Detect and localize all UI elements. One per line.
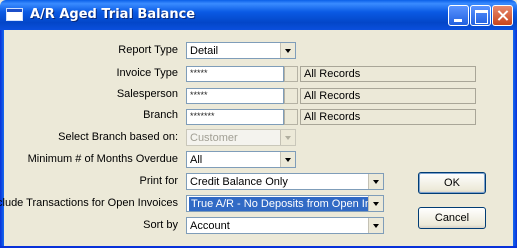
sort-by-label: Sort by (143, 219, 178, 231)
select-branch-label: Select Branch based on: (58, 131, 178, 143)
dialog-window: A/R Aged Trial Balance Report Type Detai… (0, 0, 517, 248)
window-title: A/R Aged Trial Balance (30, 7, 196, 22)
select-branch-value: Customer (190, 132, 238, 144)
cancel-button[interactable]: Cancel (418, 207, 486, 229)
branch-label: Branch (143, 109, 178, 121)
report-type-value: Detail (190, 45, 219, 57)
print-for-select[interactable]: Credit Balance Only (186, 173, 384, 190)
invoice-type-label: Invoice Type (116, 67, 178, 79)
branch-value: ******* (190, 111, 215, 121)
invoice-type-lookup-button[interactable] (284, 66, 298, 82)
salesperson-value: ***** (190, 90, 208, 100)
minimize-button[interactable] (448, 5, 469, 26)
print-for-value: Credit Balance Only (190, 176, 288, 188)
chevron-down-icon[interactable] (368, 174, 383, 189)
branch-info: All Records (300, 109, 476, 125)
ok-button[interactable]: OK (418, 172, 486, 194)
include-transactions-label: Include Transactions for Open Invoices (0, 197, 178, 209)
sort-by-value: Account (190, 220, 230, 232)
salesperson-lookup-button[interactable] (284, 88, 298, 104)
report-type-select[interactable]: Detail (186, 42, 296, 59)
salesperson-field[interactable]: ***** (186, 88, 284, 104)
include-transactions-select[interactable]: True A/R - No Deposits from Open Invoic (186, 195, 384, 212)
branch-lookup-button[interactable] (284, 109, 298, 125)
close-button[interactable] (492, 5, 513, 26)
salesperson-info: All Records (300, 88, 476, 104)
invoice-type-value: ***** (190, 68, 208, 78)
branch-field[interactable]: ******* (186, 109, 284, 125)
invoice-type-field[interactable]: ***** (186, 66, 284, 82)
report-type-label: Report Type (118, 44, 178, 56)
chevron-down-icon (280, 130, 295, 145)
print-for-label: Print for (139, 175, 178, 187)
chevron-down-icon[interactable] (368, 196, 383, 211)
chevron-down-icon[interactable] (368, 218, 383, 233)
min-months-select[interactable]: All (186, 151, 296, 168)
sort-by-select[interactable]: Account (186, 217, 384, 234)
chevron-down-icon[interactable] (280, 152, 295, 167)
title-bar[interactable]: A/R Aged Trial Balance (0, 0, 517, 30)
window-app-icon (6, 8, 23, 21)
invoice-type-info: All Records (300, 66, 476, 82)
salesperson-label: Salesperson (116, 88, 178, 100)
min-months-label: Minimum # of Months Overdue (27, 153, 178, 165)
min-months-value: All (190, 154, 203, 166)
window-frame-right (513, 30, 517, 248)
window-frame-left (0, 30, 4, 248)
chevron-down-icon[interactable] (280, 43, 295, 58)
select-branch-select: Customer (186, 129, 296, 146)
include-transactions-value: True A/R - No Deposits from Open Invoic (189, 197, 369, 211)
maximize-button[interactable] (470, 5, 491, 26)
